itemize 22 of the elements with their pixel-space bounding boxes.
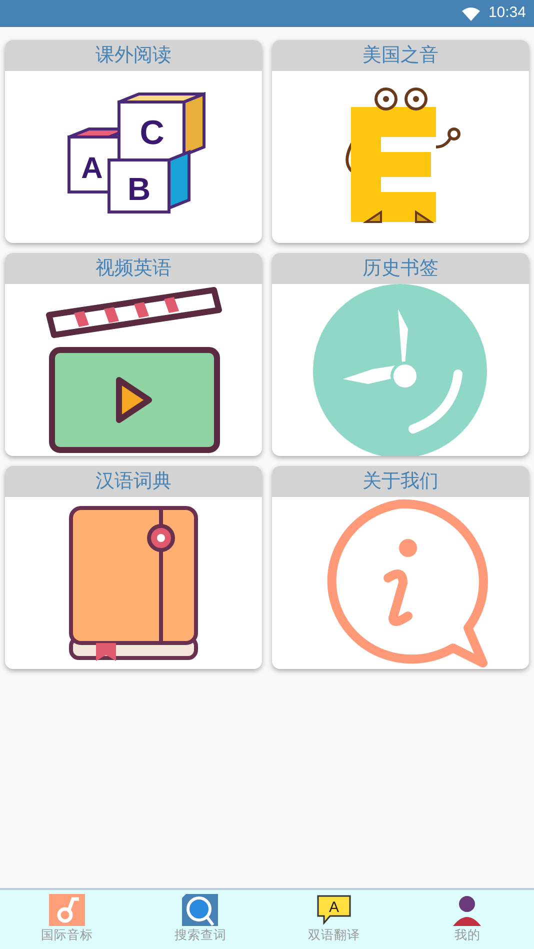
menu-card[interactable]: 汉语词典 xyxy=(5,466,262,669)
nav-tab[interactable]: A 双语翻译 xyxy=(267,890,400,949)
menu-card[interactable]: 美国之音 xyxy=(272,40,529,243)
card-title: 视频英语 xyxy=(5,253,262,284)
card-title: 美国之音 xyxy=(272,40,529,71)
menu-card[interactable]: 关于我们 xyxy=(272,466,529,669)
search-icon xyxy=(182,894,218,926)
card-title: 课外阅读 xyxy=(5,40,262,71)
menu-card[interactable]: 历史书签 xyxy=(272,253,529,456)
card-title: 汉语词典 xyxy=(5,466,262,497)
nav-tab[interactable]: 我的 xyxy=(400,890,534,949)
wifi-icon xyxy=(462,6,480,20)
menu-card[interactable]: 课外阅读 C A B xyxy=(5,40,262,243)
music-note-icon xyxy=(48,894,85,926)
abc-blocks-drawing: C A B xyxy=(58,92,208,222)
nav-tab[interactable]: 搜索查词 xyxy=(134,890,267,949)
nav-tab[interactable]: 国际音标 xyxy=(0,890,134,949)
menu-card[interactable]: 视频英语 xyxy=(5,253,262,456)
status-time: 10:34 xyxy=(488,3,526,24)
card-title: 关于我们 xyxy=(272,466,529,497)
speech-bubble-icon: A xyxy=(316,894,352,926)
card-title: 历史书签 xyxy=(272,253,529,284)
